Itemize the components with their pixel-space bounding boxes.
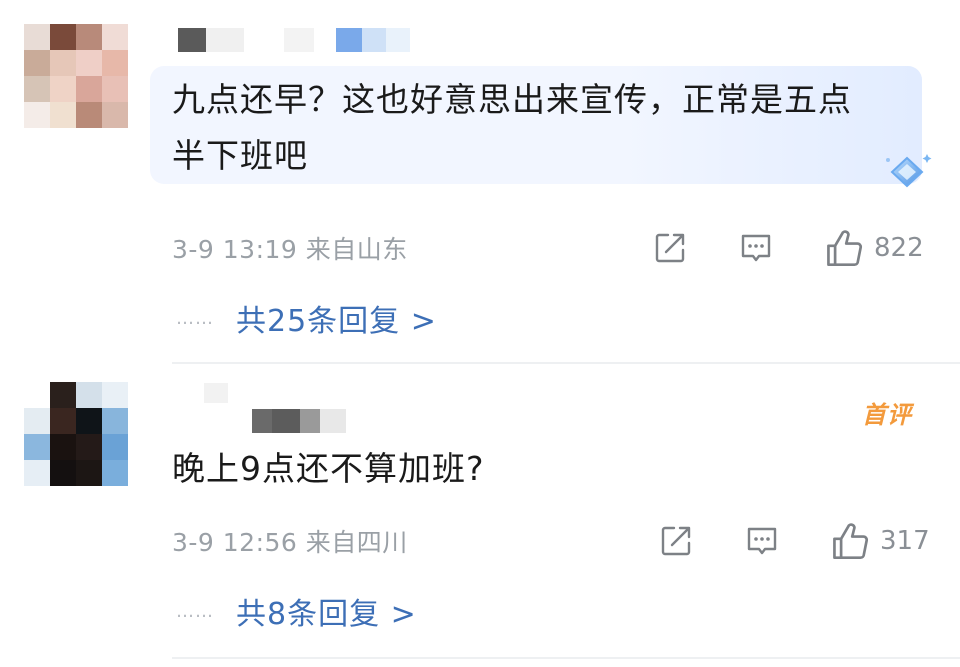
first-comment-badge: 首评 bbox=[862, 401, 912, 429]
replies-row: …… 共8条回复 > bbox=[176, 589, 417, 633]
like-icon[interactable] bbox=[824, 228, 864, 268]
like-button[interactable]: 317 bbox=[830, 521, 930, 561]
username-pixelated[interactable] bbox=[252, 409, 346, 433]
comment-item-2: 首评 晚上9点还不算加班? 3-9 12:56 来自四川 317 …… 共8条回… bbox=[0, 365, 960, 667]
comment-meta: 3-9 12:56 来自四川 bbox=[172, 528, 408, 557]
comment-icon[interactable] bbox=[738, 230, 774, 266]
view-replies-link[interactable]: 共25条回复 > bbox=[236, 296, 437, 340]
username-pixelated-top bbox=[204, 383, 228, 403]
like-count: 317 bbox=[880, 526, 930, 556]
replies-dots: …… bbox=[176, 600, 214, 622]
divider bbox=[172, 362, 960, 364]
comment-text: 九点还早？这也好意思出来宣传，正常是五点 半下班吧 bbox=[172, 72, 852, 184]
comment-actions: 317 bbox=[658, 521, 930, 561]
like-icon[interactable] bbox=[830, 521, 870, 561]
share-icon[interactable] bbox=[652, 230, 688, 266]
comment-icon[interactable] bbox=[744, 523, 780, 559]
comment-text-line-2: 半下班吧 bbox=[172, 136, 308, 175]
avatar[interactable] bbox=[24, 382, 128, 486]
comment-text-line-1: 九点还早？这也好意思出来宣传，正常是五点 bbox=[172, 80, 852, 119]
username-pixelated[interactable] bbox=[178, 28, 410, 52]
comment-actions: 822 bbox=[652, 228, 924, 268]
like-button[interactable]: 822 bbox=[824, 228, 924, 268]
avatar[interactable] bbox=[24, 24, 128, 128]
replies-row: …… 共25条回复 > bbox=[176, 296, 437, 340]
divider bbox=[172, 657, 960, 659]
gem-badge-icon bbox=[886, 154, 932, 188]
share-icon[interactable] bbox=[658, 523, 694, 559]
like-count: 822 bbox=[874, 233, 924, 263]
comment-text: 晚上9点还不算加班? bbox=[172, 449, 485, 488]
comment-meta: 3-9 13:19 来自山东 bbox=[172, 235, 408, 264]
comment-item-1: 九点还早？这也好意思出来宣传，正常是五点 半下班吧 3-9 13:19 来自山东 bbox=[0, 0, 960, 365]
view-replies-link[interactable]: 共8条回复 > bbox=[236, 589, 417, 633]
replies-dots: …… bbox=[176, 307, 214, 329]
